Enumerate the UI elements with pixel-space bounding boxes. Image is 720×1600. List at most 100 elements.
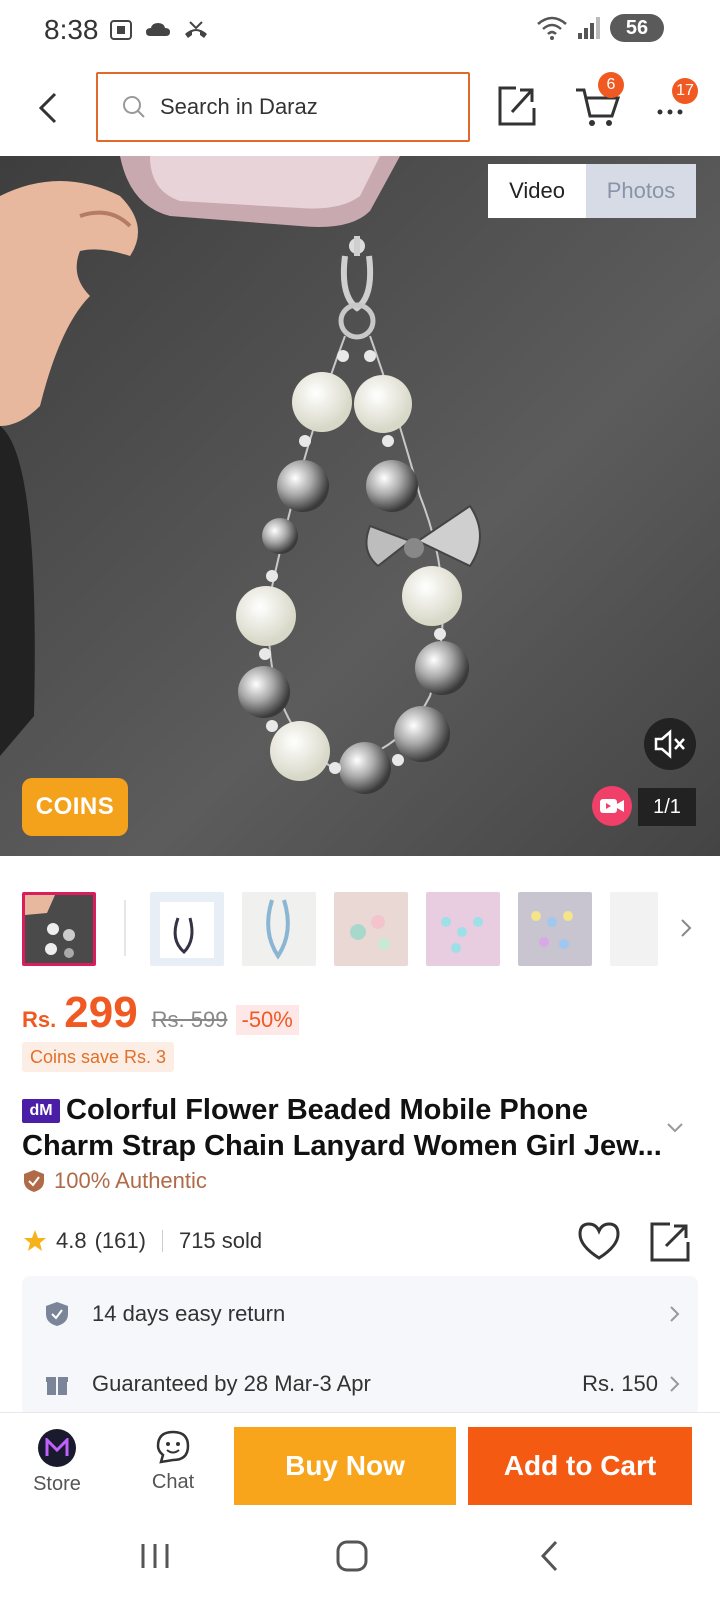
share-button[interactable] [648, 1220, 692, 1264]
media-page-counter: 1/1 [638, 788, 696, 826]
search-icon [123, 96, 145, 118]
chat-button[interactable]: Chat [138, 1429, 208, 1509]
coins-save-tag: Coins save Rs. 3 [22, 1042, 175, 1072]
share-icon [498, 86, 536, 126]
buy-now-button[interactable]: Buy Now [234, 1427, 456, 1505]
screenshot-icon [110, 20, 132, 40]
wifi-icon [537, 16, 567, 40]
more-menu-button[interactable]: 17 [654, 78, 698, 128]
authentic-label: 100% Authentic [54, 1168, 207, 1193]
thumbnail-image [150, 892, 224, 966]
status-notification-icons [108, 18, 210, 42]
return-policy-text: 14 days easy return [92, 1301, 286, 1326]
product-media-viewer[interactable]: Video Photos COINS 1/1 [0, 156, 720, 856]
coins-badge[interactable]: COINS [22, 778, 128, 836]
price-currency: Rs. [22, 1007, 57, 1032]
thumbnail-next-button[interactable] [674, 912, 698, 944]
tab-video[interactable]: Video [488, 164, 586, 218]
cart-count-badge: 6 [598, 72, 624, 98]
thumbnail-item[interactable] [22, 892, 96, 966]
return-chevron [668, 1303, 682, 1325]
battery-level: 56 [625, 16, 649, 39]
delivery-fee: Rs. 150 [582, 1371, 658, 1396]
share-icon [650, 1222, 690, 1262]
video-indicator [592, 786, 632, 826]
notification-count-badge: 17 [672, 78, 698, 104]
wishlist-button[interactable] [576, 1220, 622, 1262]
system-nav-bar [0, 1516, 720, 1600]
brand-logo: dM [22, 1099, 60, 1123]
product-title-text: Colorful Flower Beaded Mobile Phone Char… [22, 1094, 662, 1162]
thumbnail-strip [0, 880, 720, 976]
rating-value: 4.8 [56, 1228, 87, 1253]
thumbnail-image [25, 895, 93, 963]
store-logo-icon [38, 1429, 76, 1467]
volume-mute-icon [654, 729, 685, 759]
title-expand-button[interactable] [664, 1116, 686, 1138]
product-title: dM Colorful Flower Beaded Mobile Phone Ch… [22, 1092, 662, 1164]
cloud-icon [146, 23, 170, 36]
chevron-right-icon [681, 919, 692, 937]
thumbnail-item[interactable] [150, 892, 224, 966]
thumbnail-divider [124, 900, 126, 956]
chevron-left-icon [38, 92, 57, 124]
back-arrow-icon [540, 1540, 558, 1572]
search-input[interactable]: Search in Daraz [96, 72, 470, 142]
signal-icon [578, 17, 600, 39]
tab-photos[interactable]: Photos [586, 164, 696, 218]
battery-indicator: 56 [610, 14, 664, 42]
chat-icon [156, 1430, 190, 1464]
star-icon [24, 1230, 46, 1251]
review-count: (161) [94, 1228, 146, 1253]
sold-count: 715 sold [178, 1228, 263, 1253]
thumbnail-image [334, 892, 408, 966]
price-row: Rs. 299 Rs. 599 -50% [22, 988, 299, 1038]
store-label: Store [33, 1473, 81, 1495]
delivery-row[interactable]: Guaranteed by 28 Mar-3 Apr Rs. 150 [42, 1356, 682, 1412]
share-button-top[interactable] [494, 84, 538, 128]
return-policy-row[interactable]: 14 days easy return [42, 1286, 682, 1342]
status-bar: 8:38 56 [0, 0, 720, 62]
thumbnail-item[interactable] [610, 892, 658, 966]
store-button[interactable]: Store [22, 1429, 92, 1509]
shield-check-icon [24, 1170, 44, 1192]
status-system-icons: 56 [536, 14, 664, 42]
thumbnail-item[interactable] [518, 892, 592, 966]
thumbnail-image [610, 892, 658, 966]
top-nav: Search in Daraz 6 17 [0, 62, 720, 156]
cart-button[interactable]: 6 [574, 72, 624, 128]
add-to-cart-button[interactable]: Add to Cart [468, 1427, 692, 1505]
home-button[interactable] [334, 1538, 370, 1579]
chevron-down-icon [667, 1123, 683, 1133]
status-time: 8:38 [44, 14, 99, 45]
thumbnail-image [426, 892, 500, 966]
video-camera-icon [600, 799, 624, 813]
product-title-block[interactable]: dM Colorful Flower Beaded Mobile Phone Ch… [22, 1092, 662, 1164]
system-back-button[interactable] [538, 1538, 562, 1579]
delivery-text: Guaranteed by 28 Mar-3 Apr [92, 1371, 371, 1396]
delivery-fee-group: Rs. 150 [582, 1371, 682, 1397]
price-original: Rs. 599 [151, 1007, 228, 1032]
thumbnail-item[interactable] [334, 892, 408, 966]
discount-badge: -50% [235, 1005, 299, 1035]
price-current: 299 [64, 988, 138, 1037]
chat-label: Chat [151, 1471, 195, 1493]
heart-icon [578, 1222, 620, 1260]
home-icon [336, 1540, 368, 1572]
authentic-badge: 100% Authentic [22, 1168, 207, 1194]
service-info-panel: 14 days easy return Guaranteed by 28 Mar… [22, 1276, 698, 1416]
recents-icon [141, 1544, 169, 1568]
recent-apps-button[interactable] [138, 1540, 172, 1577]
rating-row[interactable]: 4.8 (161) 715 sold [22, 1228, 262, 1254]
media-type-toggle: Video Photos [488, 164, 696, 218]
thumbnail-item[interactable] [426, 892, 500, 966]
thumbnail-image [518, 892, 592, 966]
back-button[interactable] [30, 84, 66, 132]
search-placeholder: Search in Daraz [160, 94, 318, 119]
shield-icon [42, 1299, 72, 1329]
thumbnail-item[interactable] [242, 892, 316, 966]
bottom-action-bar: Store Chat Buy Now Add to Cart [0, 1412, 720, 1516]
gift-icon [42, 1369, 72, 1399]
missed-call-icon [185, 21, 207, 38]
mute-button[interactable] [644, 718, 696, 770]
